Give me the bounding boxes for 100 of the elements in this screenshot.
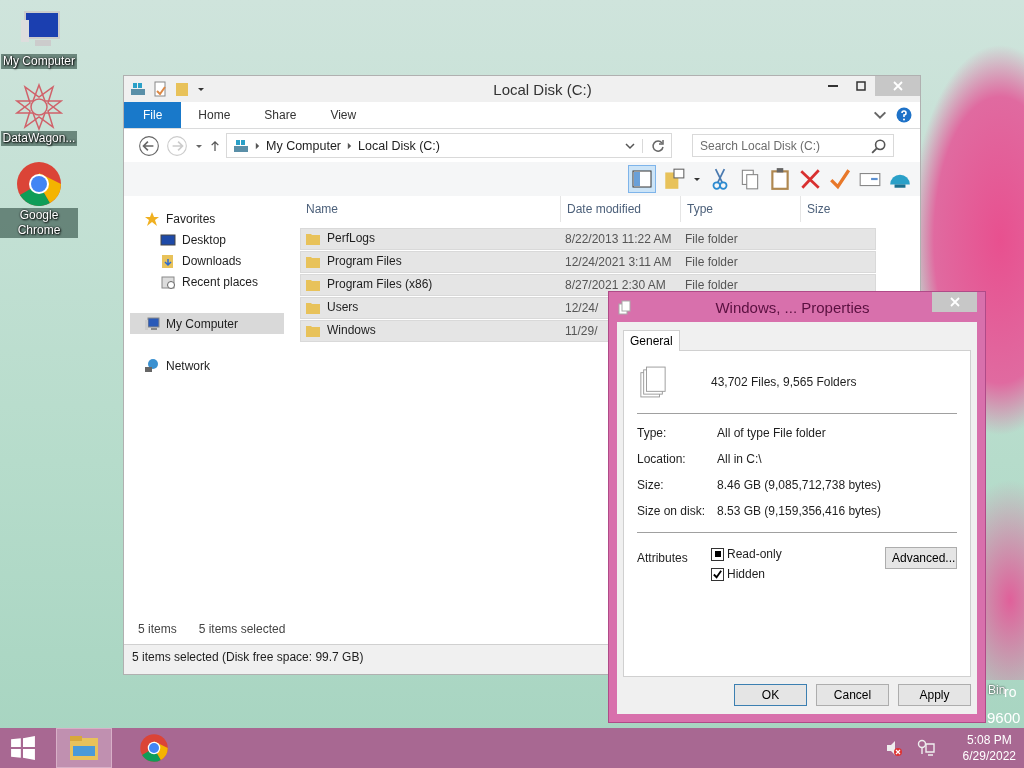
folder-icon [305, 300, 321, 316]
type-cell-text: File folder [684, 232, 739, 246]
attribute-checkbox[interactable]: Hidden [711, 567, 885, 581]
shortcut-label: Google Chrome [0, 208, 78, 238]
minimize-icon [828, 85, 838, 87]
dialog-button[interactable]: OK [734, 684, 807, 706]
back-icon[interactable] [138, 134, 160, 157]
network-icon[interactable] [916, 739, 935, 757]
file-name: PerfLogs [327, 231, 376, 247]
file-name: Program Files (x86) [327, 277, 433, 293]
preview-pane-button[interactable] [628, 165, 656, 193]
search-field[interactable]: Search Local Disk (C:) [692, 134, 894, 157]
dialog-button[interactable]: Apply [898, 684, 971, 706]
advanced-button[interactable]: Advanced... [885, 547, 957, 569]
nav-item[interactable]: Network [130, 355, 284, 376]
attributes-label: Attributes [637, 550, 689, 565]
dialog-button[interactable]: Cancel [816, 684, 889, 706]
refresh-icon[interactable] [642, 138, 665, 153]
close-icon [892, 81, 903, 91]
breadcrumb-item[interactable]: Local Disk (C:) [358, 138, 440, 153]
properties-icon[interactable] [152, 81, 168, 97]
recycle-bin-label: Bin [988, 683, 1006, 697]
field-value: 8.46 GB (9,085,712,738 bytes) [717, 478, 883, 492]
date-cell: 8/22/2013 11:22 AM [565, 232, 672, 246]
item-count: 5 items [138, 622, 177, 636]
selected-count: 5 items selected [198, 622, 286, 636]
nav-item[interactable]: Favorites [130, 208, 284, 229]
breadcrumb-item[interactable]: My Computer [266, 138, 342, 153]
search-icon [871, 138, 887, 154]
date-cell: 11/29/ [565, 324, 598, 338]
shortcut-label: DataWagon... [0, 131, 78, 146]
clock[interactable]: 5:08 PM 6/29/2022 [962, 732, 1016, 764]
files-icon [617, 299, 633, 315]
dialog-title: Windows, ... Properties [714, 298, 871, 316]
nav-item[interactable]: Recent places [130, 271, 284, 292]
desktop-text: ro [1004, 684, 1017, 700]
windows-logo-icon[interactable] [10, 735, 36, 761]
column-header[interactable]: Date modified [560, 196, 680, 222]
checkmark-icon[interactable] [828, 167, 852, 191]
folder-icon [305, 231, 321, 247]
star-pattern-icon [15, 83, 63, 131]
attribute-checkbox[interactable]: Read-only [711, 547, 885, 561]
summary-text: 43,702 Files, 9,565 Folders [711, 375, 857, 389]
folder-icon [305, 254, 321, 270]
delete-icon[interactable] [798, 167, 822, 191]
desktop-shortcut[interactable]: Google Chrome [0, 160, 78, 238]
checkmark-icon [712, 568, 723, 580]
address-bar[interactable]: My Computer Local Disk (C:) [226, 133, 672, 158]
ribbon-tab[interactable]: File [124, 102, 182, 128]
desktop-shortcut[interactable]: DataWagon... [0, 83, 78, 146]
computer-icon [144, 315, 160, 332]
recent-places-icon [160, 273, 176, 290]
chrome-icon [15, 160, 63, 208]
field-label: Size: [637, 478, 665, 492]
type-cell-text: File folder [684, 278, 739, 292]
nav-item[interactable]: Desktop [130, 229, 284, 250]
column-header[interactable]: Name [300, 196, 560, 222]
files-icon [639, 365, 667, 399]
date-cell: 8/27/2021 2:30 AM [565, 278, 666, 292]
speaker-muted-icon[interactable] [884, 739, 903, 757]
star-icon [144, 210, 160, 227]
chrome-icon [139, 733, 169, 763]
field-label: Location: [637, 452, 687, 466]
folder-icon [305, 323, 321, 339]
maximize-icon [856, 81, 866, 91]
file-name: Windows [327, 323, 376, 339]
field-value: All of type File folder [717, 426, 827, 440]
separator-arrow-icon [347, 141, 353, 150]
file-row[interactable]: Program Files 12/24/2021 3:11 AM File folder [300, 251, 876, 273]
build-number-text: 9600 [987, 709, 1021, 726]
clipboard-icon[interactable] [768, 167, 792, 191]
folder-icon [69, 734, 99, 762]
ribbon-tab[interactable]: Home [181, 102, 248, 128]
file-row[interactable]: Program Files (x86) 8/27/2021 2:30 AM File folder [300, 274, 876, 296]
help-icon[interactable] [896, 107, 912, 123]
file-row[interactable]: PerfLogs 8/22/2013 11:22 AM File folder [300, 228, 876, 250]
desktop-icon [160, 231, 176, 248]
window-title: Local Disk (C:) [492, 80, 593, 98]
clock-date: 6/29/2022 [962, 748, 1016, 764]
folder-icon [160, 252, 176, 269]
field-value: 8.53 GB (9,159,356,416 bytes) [717, 504, 883, 518]
shortcut-label: My Computer [1, 54, 77, 69]
nav-item[interactable]: Downloads [130, 250, 284, 271]
ribbon-tab[interactable]: Share [247, 102, 314, 128]
dialog-tab[interactable]: General [623, 330, 680, 351]
ribbon-tab[interactable]: View [313, 102, 374, 128]
desktop-shortcut[interactable]: My Computer [0, 6, 78, 69]
folder-icon [305, 277, 321, 293]
file-name: Users [327, 300, 359, 316]
column-header[interactable]: Size [800, 196, 880, 222]
preview-pane-icon [631, 168, 653, 190]
up-arrow-icon[interactable] [210, 139, 220, 152]
field-value: All in C:\ [717, 452, 763, 466]
nav-item[interactable]: My Computer [130, 313, 284, 334]
drive-icon[interactable] [130, 81, 146, 97]
mixed-state-icon [714, 551, 721, 557]
date-cell: 12/24/2021 3:11 AM [565, 255, 672, 269]
folder-icon[interactable] [662, 167, 686, 191]
close-icon [949, 297, 960, 307]
column-header[interactable]: Type [680, 196, 800, 222]
